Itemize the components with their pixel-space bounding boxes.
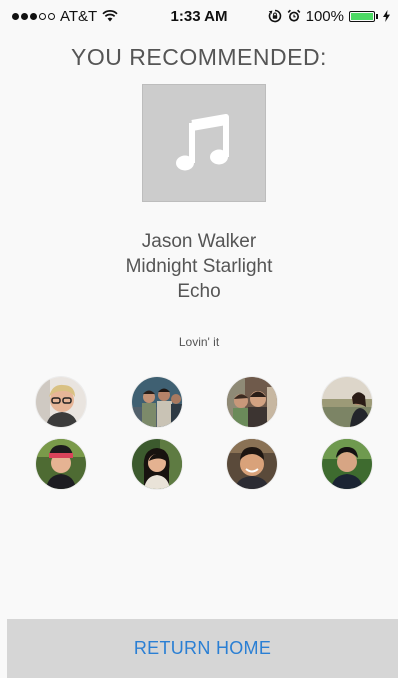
avatar	[322, 377, 372, 427]
page-title: YOU RECOMMENDED:	[71, 44, 327, 70]
alarm-icon	[287, 9, 300, 22]
status-bar-right: 100%	[268, 0, 390, 32]
avatar	[36, 439, 86, 489]
track-artist: Jason Walker	[141, 231, 257, 252]
avatar	[227, 377, 277, 427]
track-info: Jason Walker Midnight Starlight Echo	[0, 229, 398, 304]
track-title: Midnight Starlight	[125, 256, 273, 277]
friend-avatar-2[interactable]	[132, 377, 182, 427]
return-home-button[interactable]: RETURN HOME	[7, 619, 398, 678]
avatar	[227, 439, 277, 489]
status-bar-left: AT&T	[12, 0, 118, 32]
wifi-icon	[102, 10, 118, 22]
avatar	[132, 377, 182, 427]
album-art	[142, 84, 266, 202]
battery-percent: 100%	[305, 7, 344, 25]
friend-avatar-3[interactable]	[227, 377, 277, 427]
avatar	[36, 377, 86, 427]
friend-avatar-5[interactable]	[36, 439, 86, 489]
charging-bolt-icon	[383, 10, 390, 22]
friend-avatar-6[interactable]	[132, 439, 182, 489]
friend-avatar-1[interactable]	[36, 377, 86, 427]
music-note-icon	[176, 114, 229, 171]
recommendation-caption: Lovin' it	[178, 335, 220, 349]
avatar	[132, 439, 182, 489]
friend-avatar-4[interactable]	[322, 377, 372, 427]
friend-avatar-8[interactable]	[322, 439, 372, 489]
carrier-label: AT&T	[60, 7, 98, 25]
avatar	[322, 439, 372, 489]
status-bar: AT&T 1:33 AM 100%	[0, 0, 398, 32]
friend-avatar-7[interactable]	[227, 439, 277, 489]
signal-strength-icon	[12, 12, 55, 20]
track-album: Echo	[177, 281, 221, 302]
rotation-lock-icon	[268, 9, 281, 23]
battery-icon	[349, 10, 378, 22]
